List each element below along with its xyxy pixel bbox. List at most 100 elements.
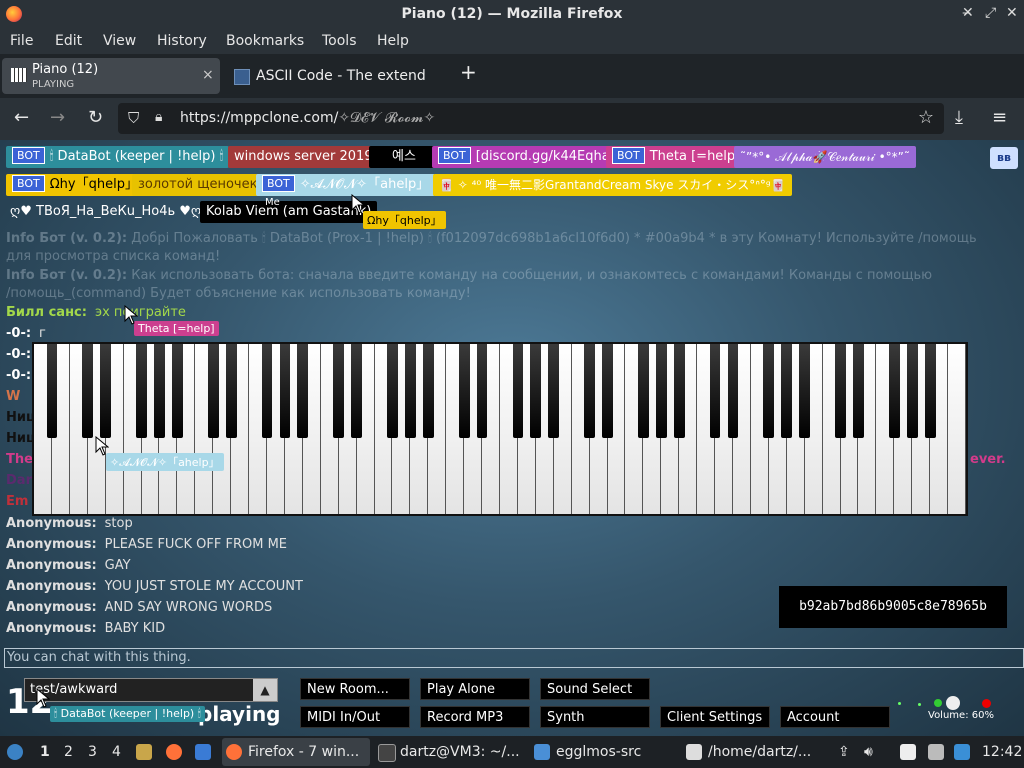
client-settings-button[interactable]: Client Settings (660, 706, 770, 728)
new-room-button[interactable]: New Room... (300, 678, 410, 700)
black-key[interactable] (261, 344, 273, 438)
menu-tools[interactable]: Tools (322, 33, 357, 49)
black-key[interactable] (351, 344, 362, 438)
black-key[interactable] (207, 344, 219, 438)
menu-view[interactable]: View (103, 33, 136, 49)
midi-button[interactable]: MIDI In/Out (300, 706, 410, 728)
user-nametag[interactable]: windows server 2019 (228, 146, 379, 168)
task-editor[interactable]: /home/dartz/... (708, 744, 811, 760)
play-alone-button[interactable]: Play Alone (420, 678, 530, 700)
user-nametag[interactable]: BOT [discord.gg/k44Eqha] (432, 146, 621, 168)
task-firefox[interactable]: Firefox - 7 win... (222, 738, 370, 766)
network-icon[interactable] (928, 744, 944, 760)
workspace-4[interactable]: 4 (112, 744, 121, 760)
sound-select-button[interactable]: Sound Select (540, 678, 650, 700)
black-key[interactable] (548, 344, 560, 438)
hamburger-menu-icon[interactable]: ≡ (992, 107, 1007, 128)
forward-icon[interactable]: → (50, 107, 65, 128)
task-terminal[interactable]: dartz@VM3: ~/... (400, 744, 520, 760)
black-key[interactable] (888, 344, 900, 438)
user-nametag[interactable]: золотой щеночек (132, 174, 264, 196)
shield-icon[interactable]: ⛉ (128, 109, 139, 127)
url-bar[interactable]: ⛉ 🔒︎ https://mppclone.com/✧𝓓𝓔𝓥 𝓡𝓸𝓸𝓶✧ ☆ (118, 103, 944, 134)
black-key[interactable] (297, 344, 309, 438)
menu-history[interactable]: History (157, 33, 207, 49)
black-key[interactable] (333, 344, 345, 438)
user-nametag[interactable]: BOT ✧𝓐𝓝𝓞𝓝✧「ahelp」 (256, 174, 436, 196)
file-manager-icon[interactable] (136, 744, 152, 760)
white-key[interactable] (948, 344, 966, 514)
speaker-icon[interactable]: 🔊︎ (864, 744, 873, 760)
black-key[interactable] (172, 344, 183, 438)
black-key[interactable] (709, 344, 721, 438)
firefox-launcher-icon[interactable] (166, 744, 182, 760)
minimize-button[interactable]: ‒ (962, 5, 971, 21)
black-key[interactable] (279, 344, 291, 438)
black-key[interactable] (835, 344, 846, 438)
piano-keyboard[interactable] (32, 342, 968, 516)
black-key[interactable] (853, 344, 864, 438)
black-key[interactable] (387, 344, 398, 438)
black-key[interactable] (154, 344, 165, 438)
black-key[interactable] (906, 344, 918, 438)
back-icon[interactable]: ← (14, 107, 29, 128)
user-nametag[interactable]: ღ♥ ТВоЯ_На_ВеКu_Но4ь ♥ღ (4, 201, 207, 223)
user-nametag[interactable]: BOT Theta [=help] (606, 146, 747, 168)
black-key[interactable] (225, 344, 237, 438)
menu-file[interactable]: File (10, 33, 33, 49)
black-key[interactable] (924, 344, 936, 438)
user-nametag[interactable]: 🀄 ✧ ⁴⁰ 唯一無二影GrantandCream Skye スカイ・シス°ᐢ°… (433, 174, 792, 196)
new-tab-button[interactable]: + (460, 60, 477, 84)
bookmark-star-icon[interactable]: ☆ (918, 107, 934, 128)
menu-edit[interactable]: Edit (55, 33, 82, 49)
synth-button[interactable]: Synth (540, 706, 650, 728)
black-key[interactable] (458, 344, 470, 438)
black-key[interactable] (405, 344, 416, 438)
close-tab-icon[interactable]: × (202, 67, 214, 83)
user-nametag[interactable]: BOT Ωhy「qhelp」 (6, 174, 144, 196)
workspace-3[interactable]: 3 (88, 744, 97, 760)
tray-upload-icon[interactable]: ⇪ (838, 744, 850, 760)
black-key[interactable] (655, 344, 667, 438)
user-nametag[interactable]: ˜”*°• 𝒜𝓁𝓅𝒽𝒶🚀𝒞𝑒𝓃𝓉𝒶𝓊𝓇𝒾 •°*”˜ (734, 146, 916, 168)
user-nametag[interactable]: BOT 🕯 DataBot (keeper | !help) 🕯 (6, 146, 230, 168)
menu-bookmarks[interactable]: Bookmarks (226, 33, 304, 49)
tab-piano[interactable]: Piano (12) PLAYING × (2, 58, 220, 94)
task-folder[interactable]: egglmos-src (556, 744, 641, 760)
workspace-1[interactable]: 1 (40, 744, 50, 760)
black-key[interactable] (100, 344, 112, 438)
room-select[interactable]: test/awkward ▲ (24, 678, 278, 702)
record-mp3-button[interactable]: Record MP3 (420, 706, 530, 728)
black-key[interactable] (781, 344, 793, 438)
user-nametag[interactable]: 예스 (369, 146, 439, 168)
black-key[interactable] (638, 344, 649, 438)
menu-help[interactable]: Help (377, 33, 409, 49)
reload-icon[interactable]: ↻ (88, 107, 103, 128)
update-icon[interactable] (954, 744, 970, 760)
black-key[interactable] (46, 344, 58, 438)
close-window-button[interactable]: ✕ (1006, 5, 1018, 21)
black-key[interactable] (82, 344, 94, 438)
black-key[interactable] (673, 344, 685, 438)
black-key[interactable] (799, 344, 811, 438)
black-key[interactable] (530, 344, 542, 438)
maximize-button[interactable]: ⤢ (985, 5, 996, 21)
black-key[interactable] (476, 344, 488, 438)
start-menu-icon[interactable] (7, 744, 23, 760)
chevron-up-icon[interactable]: ▲ (253, 679, 277, 701)
downloads-icon[interactable]: ⤓ (955, 107, 963, 128)
translate-icon[interactable]: ʙʙ (990, 147, 1018, 169)
chat-input[interactable]: You can chat with this thing. (4, 648, 1024, 668)
workspace-2[interactable]: 2 (64, 744, 73, 760)
volume-knob-icon[interactable] (946, 696, 960, 710)
tab-ascii[interactable]: ASCII Code - The extended (224, 58, 454, 94)
black-key[interactable] (727, 344, 739, 438)
black-key[interactable] (136, 344, 147, 438)
url-text[interactable]: https://mppclone.com/✧𝓓𝓔𝓥 𝓡𝓸𝓸𝓶✧ (180, 110, 435, 126)
lock-icon[interactable]: 🔒︎ (155, 109, 162, 125)
terminal-launcher-icon[interactable] (195, 744, 211, 760)
black-key[interactable] (584, 344, 595, 438)
black-key[interactable] (763, 344, 775, 438)
black-key[interactable] (602, 344, 613, 438)
clipboard-icon[interactable] (900, 744, 916, 760)
